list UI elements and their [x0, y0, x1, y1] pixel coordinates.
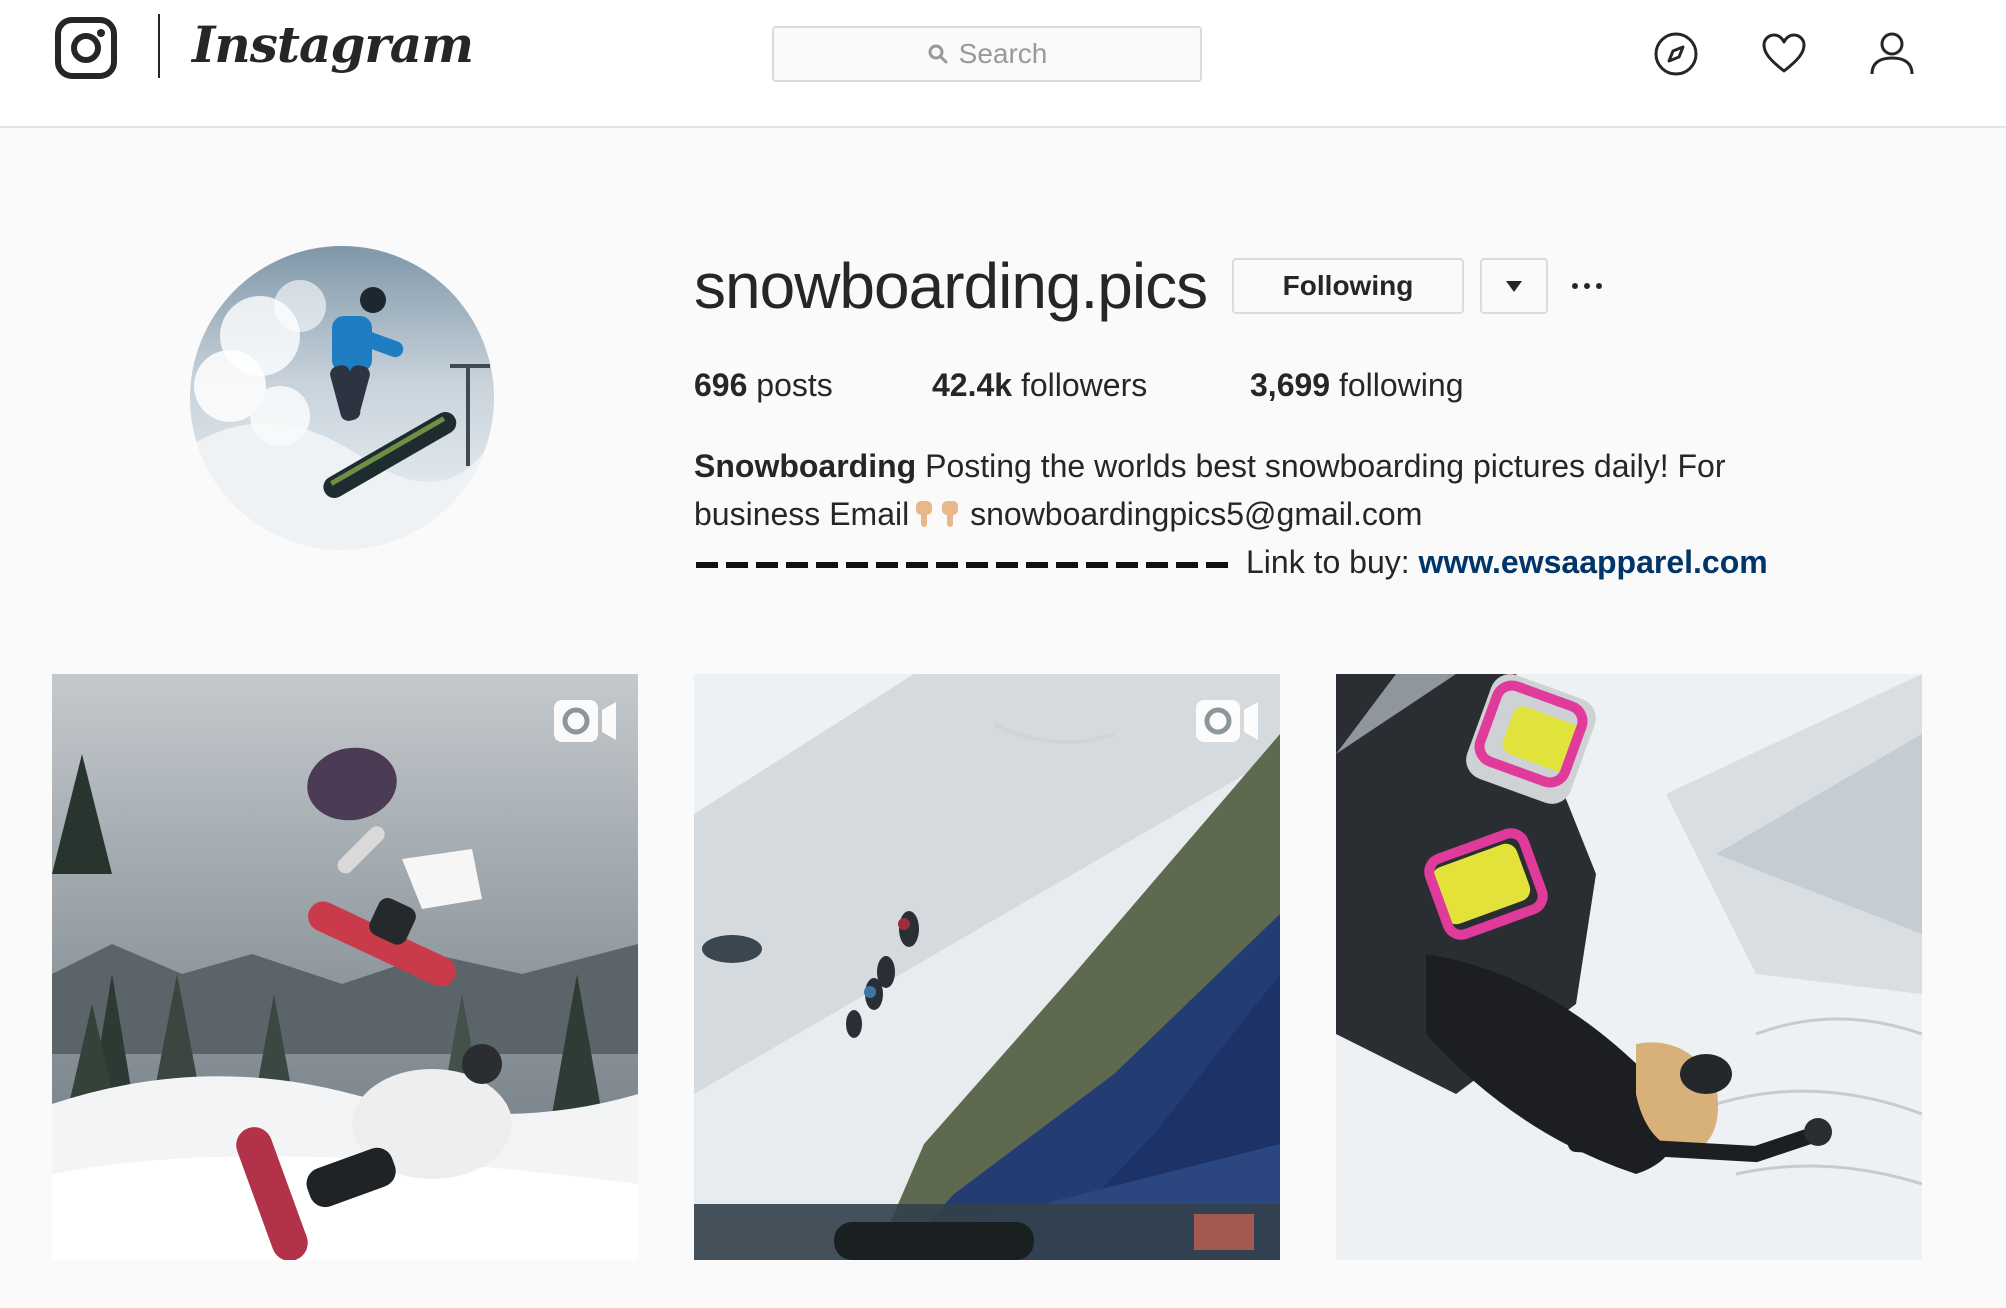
compass-icon[interactable]	[1652, 30, 1700, 78]
following-label: following	[1338, 367, 1464, 403]
following-button[interactable]: Following	[1232, 258, 1464, 314]
following-count-link[interactable]: 3,699 following	[1250, 362, 1463, 408]
followers-count: 42.4k	[932, 367, 1013, 403]
top-navigation-bar: Instagram Search	[0, 0, 2006, 128]
suggestions-dropdown-button[interactable]	[1480, 258, 1548, 314]
profile-avatar[interactable]	[190, 246, 494, 550]
followers-count-link[interactable]: 42.4k followers	[932, 362, 1147, 408]
video-camera-icon	[1196, 700, 1258, 742]
pointing-down-emoji-icon	[916, 501, 933, 527]
profile-username: snowboarding.pics	[694, 250, 1208, 322]
bio-website-link[interactable]: www.ewsaapparel.com	[1419, 544, 1768, 580]
heart-icon[interactable]	[1760, 30, 1808, 78]
avatar-photo	[190, 246, 494, 550]
pointing-down-emoji-icon	[942, 501, 959, 527]
profile-bio: Snowboarding Posting the worlds best sno…	[694, 442, 1834, 586]
post-tile[interactable]	[694, 674, 1280, 1260]
video-camera-icon	[554, 700, 616, 742]
ellipsis-icon	[1572, 283, 1578, 289]
followers-label: followers	[1020, 367, 1148, 403]
post-photo	[1336, 674, 1922, 1260]
more-options-button[interactable]	[1572, 266, 1602, 306]
post-tile[interactable]	[1336, 674, 1922, 1260]
user-icon[interactable]	[1868, 30, 1916, 78]
search-placeholder: Search	[958, 38, 1048, 69]
post-tile[interactable]	[52, 674, 638, 1260]
following-count: 3,699	[1250, 367, 1331, 403]
bio-text: Posting the worlds best snowboarding pic…	[925, 448, 1726, 484]
dash-divider	[696, 561, 1234, 568]
post-photo	[694, 674, 1280, 1260]
bio-email: snowboardingpics5@gmail.com	[970, 496, 1423, 532]
logo-divider	[158, 14, 160, 78]
posts-count: 696	[694, 367, 748, 403]
bio-line-2: business Email snowboardingpics5@gmail.c…	[694, 490, 1834, 538]
instagram-glyph-icon[interactable]	[54, 16, 118, 80]
post-photo	[52, 674, 638, 1260]
search-icon	[928, 44, 948, 64]
posts-count-stat: 696 posts	[694, 362, 833, 408]
profile-full-name: Snowboarding	[694, 448, 917, 484]
bio-email-prefix: business Email	[694, 496, 910, 532]
bio-line-1: Snowboarding Posting the worlds best sno…	[694, 442, 1834, 490]
posts-label: posts	[756, 367, 833, 403]
bio-line-3: Link to buy: www.ewsaapparel.com	[694, 538, 1834, 586]
caret-down-icon	[1506, 280, 1522, 292]
instagram-wordmark-logo[interactable]: Instagram	[192, 10, 474, 80]
search-input[interactable]: Search	[772, 26, 1202, 82]
bio-link-label: Link to buy:	[1246, 544, 1410, 580]
